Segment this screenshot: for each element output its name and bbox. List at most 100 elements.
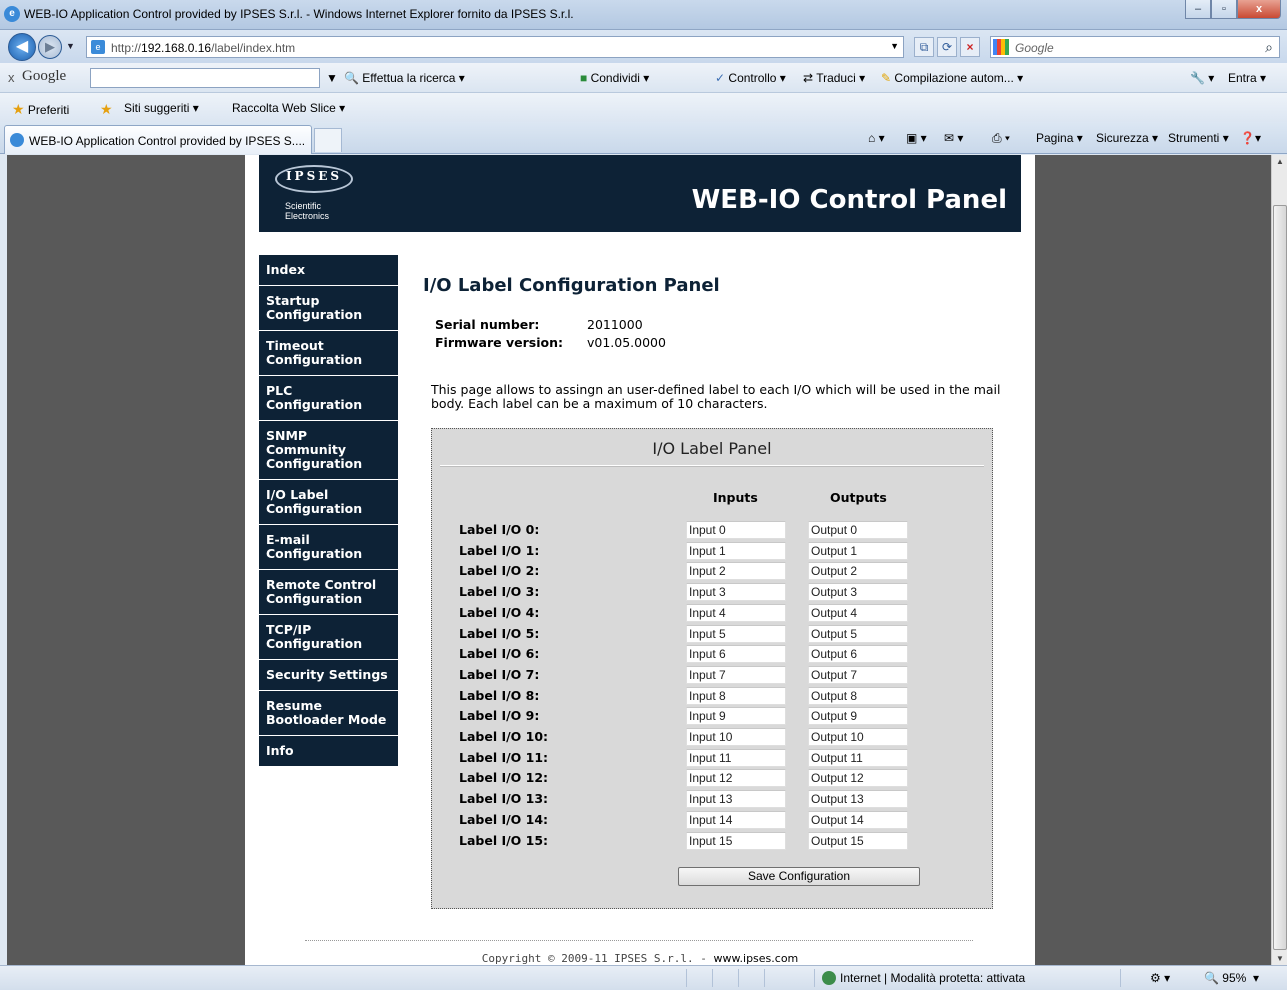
translate-icon: ⇄ [803, 71, 814, 85]
back-button[interactable]: ◀ [8, 33, 36, 61]
input-label-field[interactable]: Input 9 [686, 707, 786, 726]
input-label-field[interactable]: Input 6 [686, 645, 786, 664]
google-signin-button[interactable]: Entra ▾ [1228, 71, 1266, 85]
save-configuration-button[interactable]: Save Configuration [678, 867, 920, 886]
io-label: Label I/O 4: [459, 604, 540, 620]
menu-item[interactable]: Startup Configuration [259, 286, 398, 331]
menu-item[interactable]: Index [259, 255, 398, 286]
forward-button[interactable]: ▶ [38, 35, 62, 59]
output-label-field[interactable]: Output 2 [808, 562, 908, 581]
print-icon[interactable]: ⎙ ▾ [992, 131, 1010, 146]
input-label-field[interactable]: Input 7 [686, 665, 786, 684]
add-favorite-icon[interactable]: ★ [100, 101, 113, 118]
output-label-field[interactable]: Output 6 [808, 645, 908, 664]
input-label-field[interactable]: Input 0 [686, 521, 786, 539]
output-label-field[interactable]: Output 7 [808, 665, 908, 684]
help-icon[interactable]: ❓▾ [1240, 131, 1261, 145]
menu-item[interactable]: PLC Configuration [259, 376, 398, 421]
wrench-icon[interactable]: 🔧 ▾ [1190, 71, 1214, 85]
input-label-field[interactable]: Input 15 [686, 831, 786, 850]
output-label-field[interactable]: Output 3 [808, 583, 908, 602]
menu-item[interactable]: I/O Label Configuration [259, 480, 398, 525]
menu-item-label: Index [266, 262, 306, 277]
input-label-field[interactable]: Input 1 [686, 541, 786, 560]
web-slice-gallery-link[interactable]: Raccolta Web Slice ▾ [232, 101, 345, 115]
output-label-field[interactable]: Output 1 [808, 541, 908, 560]
menu-item[interactable]: TCP/IP Configuration [259, 615, 398, 660]
output-label-field[interactable]: Output 11 [808, 748, 908, 767]
tools-menu[interactable]: Strumenti ▾ [1168, 131, 1229, 145]
output-label-field[interactable]: Output 12 [808, 769, 908, 788]
security-zone[interactable]: Internet | Modalità protetta: attivata [822, 971, 1025, 985]
refresh-icon[interactable]: ⟳ [937, 37, 957, 57]
output-label-field[interactable]: Output 0 [808, 521, 908, 539]
input-label-field[interactable]: Input 12 [686, 769, 786, 788]
output-label-field[interactable]: Output 15 [808, 831, 908, 850]
menu-item[interactable]: Resume Bootloader Mode [259, 691, 398, 736]
output-label-field[interactable]: Output 9 [808, 707, 908, 726]
menu-item-label: I/O Label [266, 487, 329, 502]
suggested-sites-link[interactable]: Siti suggeriti ▾ [124, 101, 199, 115]
search-box[interactable]: Google ⌕ [990, 36, 1280, 58]
security-menu[interactable]: Sicurezza ▾ [1096, 131, 1158, 145]
menu-item[interactable]: Remote Control Configuration [259, 570, 398, 615]
page-viewport: IPSES Scientific Electronics WEB-IO Contr… [7, 155, 1271, 965]
output-label-field[interactable]: Output 5 [808, 624, 908, 643]
input-label-field[interactable]: Input 14 [686, 810, 786, 829]
google-translate-button[interactable]: ⇄ Traduci ▾ [803, 71, 865, 85]
stop-icon[interactable]: × [960, 37, 980, 57]
browser-tab[interactable]: WEB-IO Application Control provided by I… [4, 125, 312, 154]
close-button[interactable]: x [1237, 0, 1281, 19]
menu-item[interactable]: Info [259, 736, 398, 767]
input-label-field[interactable]: Input 2 [686, 562, 786, 581]
input-label-field[interactable]: Input 10 [686, 728, 786, 746]
page-menu[interactable]: Pagina ▾ [1036, 131, 1083, 145]
feeds-icon[interactable]: ▣ ▾ [906, 131, 927, 145]
output-label-field[interactable]: Output 10 [808, 728, 908, 746]
new-tab-button[interactable] [314, 128, 342, 152]
scroll-up-icon[interactable]: ▲ [1272, 157, 1287, 166]
ipses-website-link[interactable]: www.ipses.com [714, 952, 799, 965]
search-icon[interactable]: ⌕ [1265, 39, 1273, 56]
google-search-input[interactable] [90, 68, 320, 88]
address-url[interactable]: http://192.168.0.16/label/index.htm [111, 41, 295, 55]
menu-item[interactable]: E-mail Configuration [259, 525, 398, 570]
input-label-field[interactable]: Input 3 [686, 583, 786, 602]
scrollbar-thumb[interactable] [1273, 205, 1287, 950]
vertical-scrollbar[interactable]: ▲ ▼ [1271, 155, 1287, 965]
logo-text: IPSES [285, 169, 343, 183]
scroll-down-icon[interactable]: ▼ [1272, 954, 1287, 963]
address-dropdown-icon[interactable]: ▼ [890, 41, 899, 51]
minimize-button[interactable]: – [1185, 0, 1211, 19]
favorites-button[interactable]: ★ Preferiti [12, 101, 69, 118]
input-label-field[interactable]: Input 13 [686, 790, 786, 809]
google-search-dropdown-icon[interactable]: ▼ [326, 71, 338, 85]
serial-number-value: 2011000 [587, 317, 643, 332]
address-bar[interactable]: e http://192.168.0.16/label/index.htm ▼ [86, 36, 904, 58]
close-toolbar-icon[interactable]: x [8, 70, 15, 85]
zoom-level[interactable]: 🔍 95% ▾ [1204, 971, 1259, 985]
input-label-field[interactable]: Input 4 [686, 603, 786, 622]
mail-icon[interactable]: ✉ ▾ [944, 131, 963, 145]
protected-mode-icon[interactable]: ⚙ ▾ [1150, 971, 1170, 985]
google-share-button[interactable]: ■ Condividi ▾ [580, 71, 649, 85]
output-label-field[interactable]: Output 4 [808, 603, 908, 622]
compatibility-view-icon[interactable]: ⧉ [914, 37, 934, 57]
home-icon[interactable]: ⌂ ▾ [868, 131, 885, 145]
menu-item[interactable]: SNMP Community Configuration [259, 421, 398, 480]
google-search-button[interactable]: 🔍 Effettua la ricerca ▾ [344, 71, 465, 85]
maximize-button[interactable]: ▫ [1211, 0, 1237, 19]
google-autofill-button[interactable]: ✎ Compilazione autom... ▾ [881, 71, 1023, 85]
input-label-field[interactable]: Input 5 [686, 624, 786, 643]
menu-item[interactable]: Timeout Configuration [259, 331, 398, 376]
output-label-field[interactable]: Output 8 [808, 686, 908, 705]
google-check-button[interactable]: ✓ Controllo ▾ [715, 71, 786, 85]
input-label-field[interactable]: Input 8 [686, 686, 786, 705]
menu-item[interactable]: Security Settings [259, 660, 398, 691]
output-label-field[interactable]: Output 13 [808, 790, 908, 809]
recent-pages-dropdown-icon[interactable]: ▼ [66, 41, 75, 51]
menu-item-label: Configuration [266, 307, 363, 322]
input-label-field[interactable]: Input 11 [686, 748, 786, 767]
output-label-field[interactable]: Output 14 [808, 810, 908, 829]
address-row: ◀ ▶ ▼ e http://192.168.0.16/label/index.… [0, 30, 1287, 63]
